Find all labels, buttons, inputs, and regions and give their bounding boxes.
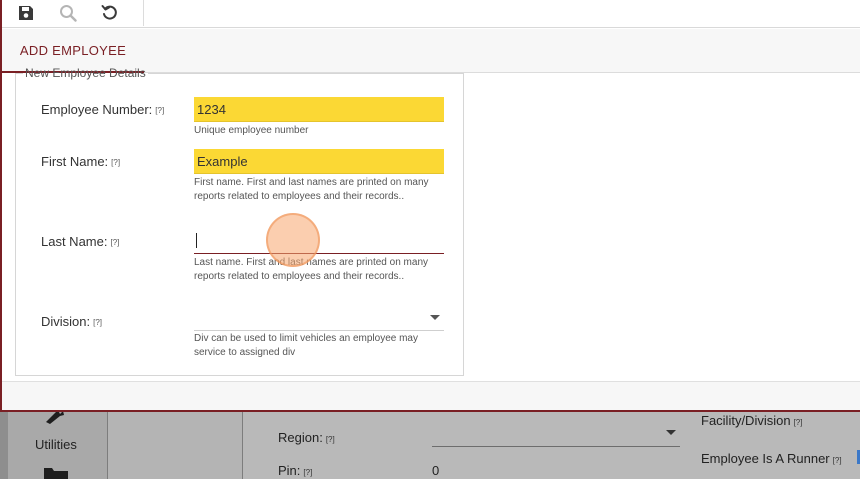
fieldset-legend: New Employee Details [25, 66, 146, 80]
save-button[interactable] [14, 2, 38, 24]
runner-label: Employee Is A Runner [?] [701, 451, 842, 466]
pin-label: Pin: [?] [278, 463, 313, 478]
toolbar-separator [143, 0, 144, 26]
facility-division-label: Facility/Division [?] [701, 413, 803, 428]
first-name-label: First Name: [?] [41, 154, 121, 169]
pin-value: 0 [432, 463, 440, 478]
toolbar [2, 0, 860, 28]
refresh-button[interactable] [98, 2, 122, 24]
save-icon [19, 6, 33, 20]
first-name-hint: First name. First and last names are pri… [194, 177, 429, 202]
last-name-input[interactable] [194, 229, 444, 254]
last-name-hint: Last name. First and last names are prin… [194, 257, 429, 282]
help-icon[interactable]: [?] [110, 238, 119, 247]
refresh-icon [101, 5, 117, 20]
modal-footer [2, 381, 860, 410]
folder-icon[interactable] [44, 466, 68, 479]
help-icon[interactable]: [?] [111, 158, 120, 167]
division-hint: Div can be used to limit vehicles an emp… [194, 333, 418, 358]
chevron-down-icon[interactable] [430, 315, 440, 320]
division-label: Division: [?] [41, 314, 103, 329]
sidebar-item-utilities[interactable]: Utilities [35, 437, 77, 452]
search-button[interactable] [56, 2, 80, 24]
help-icon[interactable]: [?] [155, 106, 164, 115]
region-label: Region: [?] [278, 430, 335, 445]
region-select[interactable] [432, 446, 680, 447]
division-select[interactable] [194, 330, 444, 331]
last-name-label: Last Name: [?] [41, 234, 120, 249]
chevron-down-icon[interactable] [666, 430, 676, 435]
text-cursor [196, 233, 197, 248]
add-employee-modal: ADD EMPLOYEE New Employee Details Employ… [0, 0, 860, 412]
employee-number-input[interactable] [194, 97, 444, 122]
employee-number-hint: Unique employee number [194, 125, 309, 136]
employee-number-label: Employee Number: [?] [41, 102, 165, 117]
search-icon [60, 5, 77, 22]
first-name-input[interactable] [194, 149, 444, 174]
help-icon[interactable]: [?] [93, 318, 102, 327]
background-subnav [108, 412, 243, 479]
